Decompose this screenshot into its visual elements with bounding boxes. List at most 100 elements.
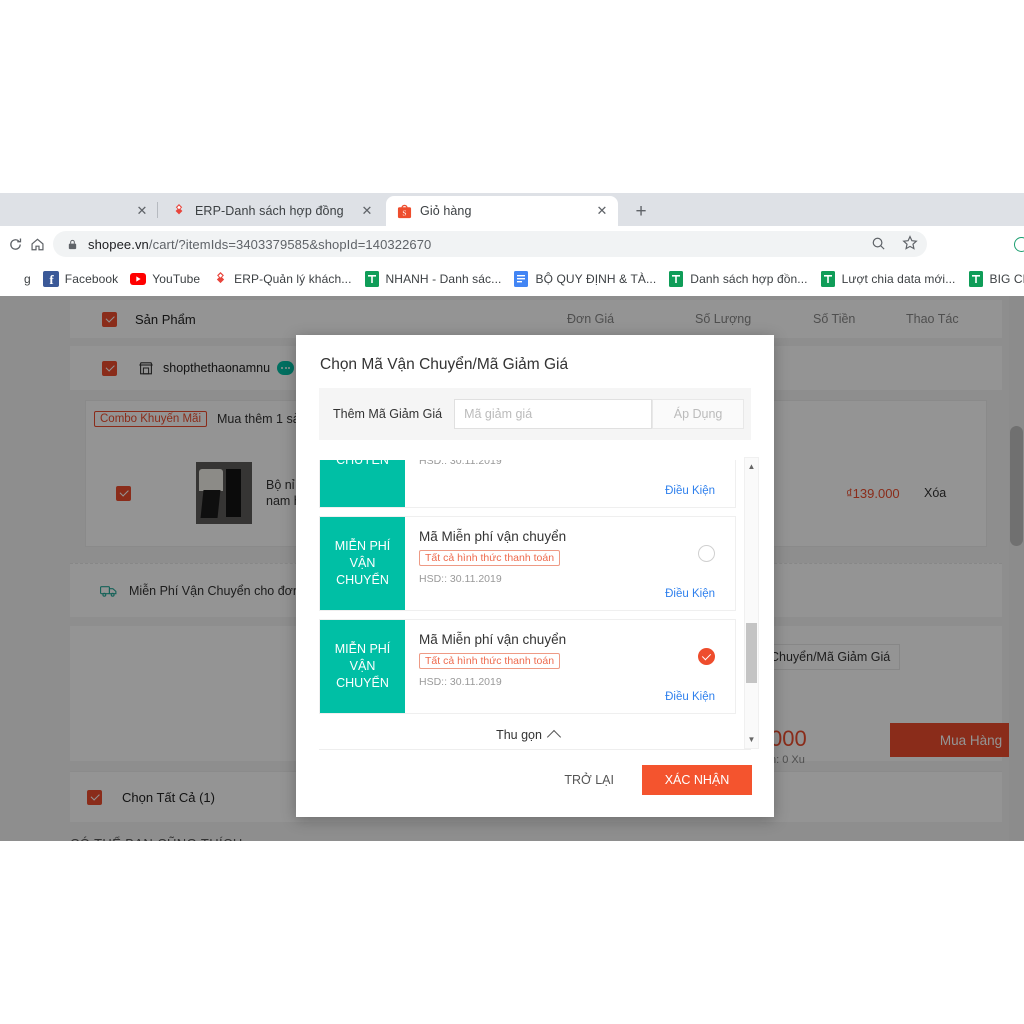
product-select-checkbox[interactable]	[116, 485, 131, 501]
select-all-checkbox[interactable]	[87, 789, 102, 805]
voucher-condition-link[interactable]: Điều Kiện	[665, 691, 715, 703]
column-quantity: Số Lượng	[695, 312, 752, 326]
voucher-expiry: HSD:: 30.11.2019	[419, 573, 502, 585]
confirm-button[interactable]: XÁC NHẬN	[642, 765, 752, 795]
column-amount: Số Tiền	[813, 312, 856, 326]
chat-icon[interactable]	[277, 361, 295, 375]
product-thumbnail[interactable]	[196, 462, 252, 524]
address-bar[interactable]: shopee.vn/cart/?itemIds=3403379585&shopI…	[53, 231, 927, 257]
generic-icon	[2, 271, 18, 287]
shopee-icon: S	[396, 203, 412, 219]
buy-button[interactable]: Mua Hàng	[890, 723, 1024, 757]
voucher-condition-link[interactable]: Điều Kiện	[665, 485, 715, 497]
coupon-input-placeholder: Mã giảm giá	[464, 407, 533, 421]
voucher-list: CHUYỂN Áp dụng khi thanh toán AirPay HSD…	[319, 460, 751, 749]
delete-product-button[interactable]: Xóa	[924, 486, 946, 500]
cart-total-value: 000	[770, 726, 807, 751]
bookmark-star-icon[interactable]	[901, 234, 919, 252]
chevron-up-icon	[546, 729, 562, 744]
back-button[interactable]: TRỞ LẠI	[554, 765, 624, 795]
bookmark-item-luotchiadata[interactable]: Lượt chia data mới...	[814, 268, 962, 290]
reload-icon[interactable]	[5, 234, 25, 254]
tab-title: ERP-Danh sách hợp đồng	[195, 204, 344, 218]
voucher-list-scrollbar[interactable]: ▲ ▼	[744, 457, 759, 749]
bookmark-label: g	[24, 272, 31, 286]
bookmark-item-danhsachhopdong[interactable]: Danh sách hợp đồn...	[662, 268, 813, 290]
erp-icon	[171, 203, 187, 219]
page-scrollbar-thumb[interactable]	[1010, 426, 1023, 546]
apply-coupon-button[interactable]: Áp Dụng	[652, 399, 745, 429]
bookmark-item-bigchange[interactable]: BIG CHANGE	[962, 268, 1024, 290]
bookmark-item-youtube[interactable]: YouTube	[124, 268, 206, 290]
tab-close-icon[interactable]: ✕	[359, 203, 375, 219]
bookmark-item-0[interactable]: g	[0, 268, 37, 290]
cart-total-sub: n: 0 Xu	[770, 754, 805, 766]
voucher-body: Mã Miễn phí vận chuyển Tất cả hình thức …	[405, 517, 735, 610]
bookmark-label: BIG CHANGE	[989, 272, 1024, 286]
bookmark-item-erp[interactable]: ERP-Quản lý khách...	[206, 268, 357, 290]
facebook-icon: f	[42, 271, 59, 287]
google-sheets-icon	[820, 271, 836, 287]
voucher-badge: MIỄN PHÍ VẬN CHUYỂN	[320, 620, 405, 713]
google-docs-icon	[513, 271, 529, 287]
bookmark-item-facebook[interactable]: f Facebook	[37, 268, 125, 290]
voucher-select-button[interactable]: Chuyển/Mã Giảm Giá	[760, 644, 901, 670]
voucher-radio-selected[interactable]	[698, 648, 715, 665]
header-select-checkbox[interactable]	[102, 311, 117, 327]
bookmark-label: Facebook	[64, 272, 119, 286]
url-path: /cart/?itemIds=3403379585&shopId=1403226…	[148, 236, 432, 252]
omnibox-actions	[869, 234, 919, 252]
zoom-icon[interactable]	[869, 234, 887, 252]
browser-tab-1[interactable]: ERP-Danh sách hợp đồng ✕	[161, 196, 383, 226]
store-icon	[139, 361, 153, 375]
combo-text: Mua thêm 1 sản	[217, 412, 307, 426]
voucher-name: Mã Miễn phí vận chuyển	[419, 632, 567, 647]
voucher-modal: Chọn Mã Vận Chuyển/Mã Giảm Giá Thêm Mã G…	[296, 335, 774, 817]
erp-icon	[212, 271, 228, 287]
scroll-down-icon[interactable]: ▼	[745, 732, 758, 747]
tab-close-icon[interactable]: ✕	[594, 203, 610, 219]
collapse-label: Thu gọn	[496, 728, 542, 742]
svg-text:f: f	[49, 272, 54, 287]
home-icon[interactable]	[27, 234, 47, 254]
voucher-item[interactable]: MIỄN PHÍ VẬN CHUYỂN Mã Miễn phí vận chuy…	[319, 516, 736, 611]
collapse-toggle[interactable]: Thu gọn	[319, 722, 736, 749]
new-tab-button[interactable]: +	[628, 199, 654, 225]
bookmarks-bar: g f Facebook YouTube ERP-Quản lý khách..…	[0, 262, 1024, 296]
voucher-badge: MIỄN PHÍ VẬN CHUYỂN	[320, 517, 405, 610]
voucher-body: Mã Miễn phí vận chuyển Tất cả hình thức …	[405, 620, 735, 713]
bookmark-item-boquydinh[interactable]: BỘ QUY ĐỊNH & TÀ...	[507, 268, 662, 290]
coupon-input[interactable]: Mã giảm giá	[454, 399, 653, 429]
voucher-radio[interactable]	[698, 545, 715, 562]
bookmark-label: Lượt chia data mới...	[841, 272, 956, 286]
lock-icon	[67, 239, 78, 250]
bookmark-item-nhanh[interactable]: NHANH - Danh sác...	[358, 268, 508, 290]
bookmark-label: YouTube	[152, 272, 201, 286]
youtube-icon	[130, 271, 147, 287]
voucher-name: Mã Miễn phí vận chuyển	[419, 529, 567, 544]
tab-divider	[157, 202, 158, 218]
google-sheets-icon	[968, 271, 984, 287]
browser-chrome: k ✕ ERP-Danh sách hợp đồng ✕ S Giỏ hàng …	[0, 193, 1024, 296]
page-scrollbar[interactable]	[1009, 296, 1024, 841]
voucher-scrollbar-thumb[interactable]	[746, 623, 757, 683]
voucher-condition-link[interactable]: Điều Kiện	[665, 588, 715, 600]
column-unit-price: Đơn Giá	[567, 312, 615, 326]
profile-avatar[interactable]	[1014, 237, 1024, 252]
bookmark-label: Danh sách hợp đồn...	[690, 272, 808, 286]
tab-close-icon[interactable]: ✕	[134, 203, 150, 219]
scroll-up-icon[interactable]: ▲	[745, 459, 758, 474]
voucher-badge: CHUYỂN	[320, 460, 405, 507]
voucher-tag: Tất cả hình thức thanh toán	[419, 653, 561, 669]
voucher-body: Áp dụng khi thanh toán AirPay HSD:: 30.1…	[405, 460, 735, 507]
browser-tab-0[interactable]: k ✕	[0, 196, 158, 226]
shop-select-checkbox[interactable]	[102, 360, 117, 376]
google-sheets-icon	[364, 271, 380, 287]
screenshot-root: k ✕ ERP-Danh sách hợp đồng ✕ S Giỏ hàng …	[0, 0, 1024, 1024]
google-sheets-icon	[668, 271, 684, 287]
voucher-item[interactable]: CHUYỂN Áp dụng khi thanh toán AirPay HSD…	[319, 460, 736, 508]
shop-name[interactable]: shopthethaonamnu	[163, 361, 270, 375]
browser-tab-2[interactable]: S Giỏ hàng ✕	[386, 196, 618, 226]
voucher-item[interactable]: MIỄN PHÍ VẬN CHUYỂN Mã Miễn phí vận chuy…	[319, 619, 736, 714]
cart-total: 000 n: 0 Xu	[770, 726, 807, 766]
